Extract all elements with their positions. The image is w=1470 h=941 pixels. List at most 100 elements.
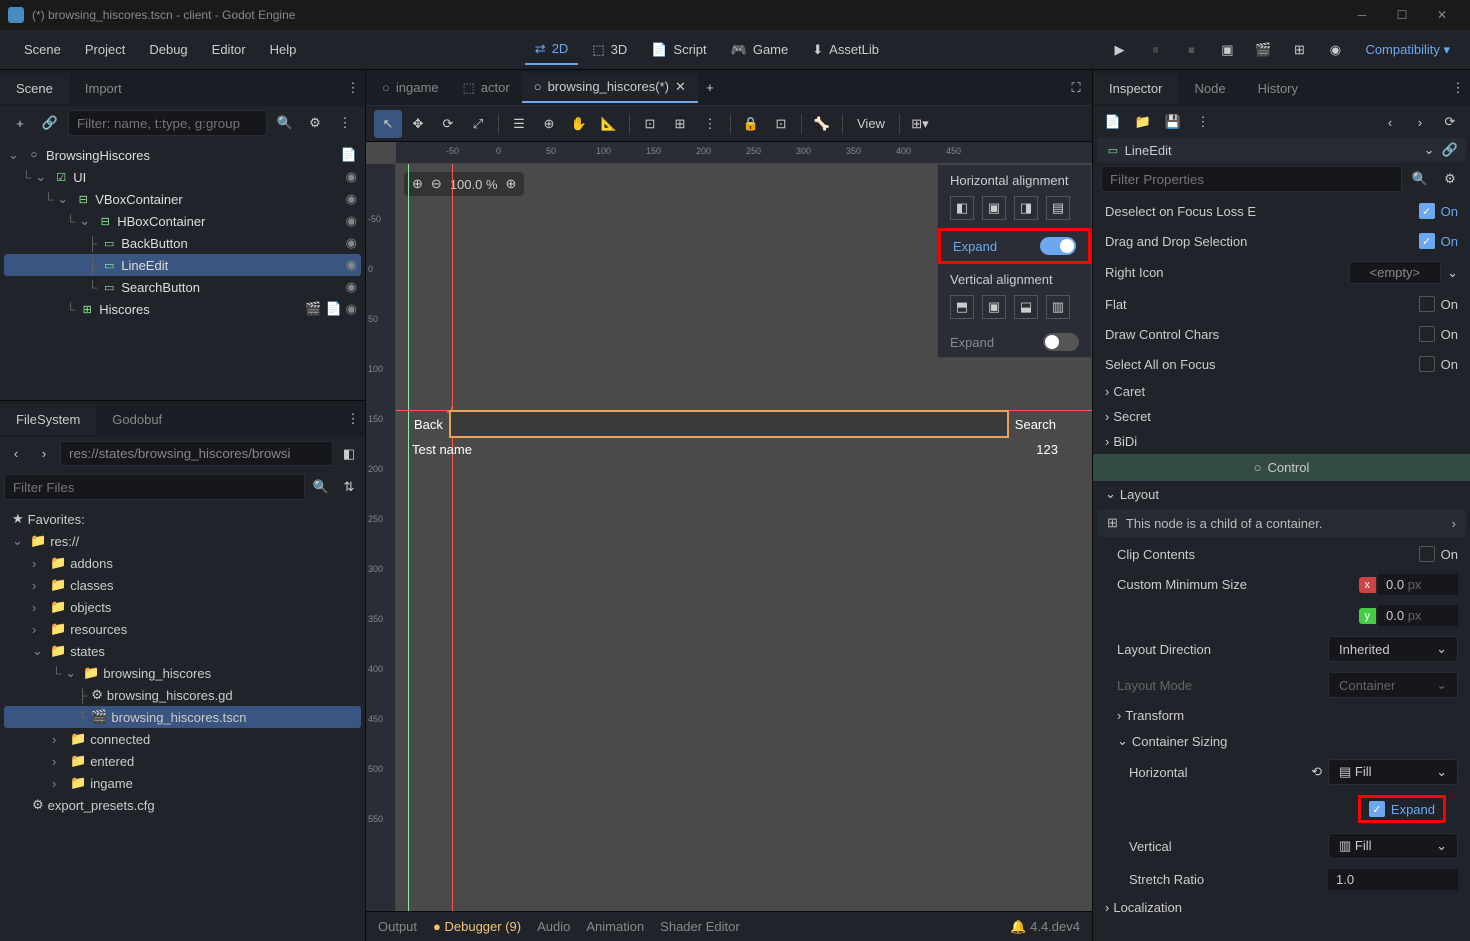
align-right-icon[interactable]: ◨ — [1014, 196, 1038, 220]
script-icon[interactable]: 📄 — [341, 147, 357, 163]
pause-button[interactable]: ⏸ — [1141, 36, 1169, 64]
scene-tab-actor[interactable]: ⬚ actor — [451, 74, 522, 102]
checkbox-unchecked-icon[interactable] — [1419, 296, 1435, 312]
play-custom-button[interactable]: ⊞ — [1285, 36, 1313, 64]
toggle-icon[interactable]: ⚙ — [1438, 167, 1462, 191]
folder-objects[interactable]: ›📁 objects — [4, 596, 361, 618]
visibility-icon[interactable]: ◉ — [346, 279, 357, 295]
zoom-out-button[interactable]: ⊖ — [431, 176, 442, 192]
scene-tab-ingame[interactable]: ○ ingame — [370, 74, 451, 101]
menu-editor[interactable]: Editor — [200, 36, 258, 63]
section-container-sizing[interactable]: ⌄ Container Sizing — [1093, 728, 1470, 754]
visibility-icon[interactable]: ◉ — [346, 213, 357, 229]
checkbox-checked-icon[interactable]: ✓ — [1419, 233, 1435, 249]
bottom-audio[interactable]: Audio — [537, 919, 570, 934]
section-bidi[interactable]: › BiDi — [1093, 429, 1470, 454]
scene-tab-browsing[interactable]: ○ browsing_hiscores(*) ✕ — [522, 73, 698, 103]
script-icon[interactable]: 📄 — [325, 301, 341, 317]
section-caret[interactable]: › Caret — [1093, 379, 1470, 404]
snap-menu[interactable]: ⋮ — [696, 110, 724, 138]
horizontal-dropdown[interactable]: ▤ Fill⌄ — [1328, 759, 1458, 785]
empty-dropdown[interactable]: <empty> — [1349, 261, 1442, 284]
tab-scene[interactable]: Scene — [0, 73, 69, 104]
bottom-animation[interactable]: Animation — [586, 919, 644, 934]
zoom-in-button[interactable]: ⊕ — [506, 176, 517, 192]
renderer-dropdown[interactable]: Compatibility ▾ — [1357, 38, 1458, 62]
tab-node[interactable]: Node — [1178, 73, 1241, 104]
node-browsing-hiscores[interactable]: ⌄○ BrowsingHiscores 📄 — [4, 144, 361, 166]
section-layout[interactable]: ⌄ Layout — [1093, 481, 1470, 507]
minimize-button[interactable]: ─ — [1342, 0, 1382, 30]
distraction-free-icon[interactable]: ⛶ — [1064, 76, 1088, 100]
folder-addons[interactable]: ›📁 addons — [4, 552, 361, 574]
search-icon[interactable]: 🔍 — [309, 475, 333, 499]
grid-tool[interactable]: ⊞ — [666, 110, 694, 138]
history-fwd-icon[interactable]: › — [1408, 110, 1432, 134]
stretch-input[interactable]: 1.0 — [1328, 869, 1458, 890]
2d-viewport[interactable]: -50050100150200250300350400450 -50050100… — [366, 142, 1092, 911]
align-bottom-icon[interactable]: ⬓ — [1014, 295, 1038, 319]
tab-history[interactable]: History — [1242, 73, 1314, 104]
section-secret[interactable]: › Secret — [1093, 404, 1470, 429]
node-hbox[interactable]: └⌄⊟ HBoxContainer ◉ — [4, 210, 361, 232]
node-vbox[interactable]: └⌄⊟ VBoxContainer ◉ — [4, 188, 361, 210]
tab-inspector[interactable]: Inspector — [1093, 73, 1178, 104]
workspace-script[interactable]: 📄 Script — [641, 35, 716, 65]
save-resource-icon[interactable]: 💾 — [1161, 110, 1185, 134]
pan-tool[interactable]: ✋ — [565, 110, 593, 138]
select-tool[interactable]: ↖ — [374, 110, 402, 138]
path-input[interactable] — [60, 441, 333, 466]
file-export-presets[interactable]: ⚙ export_presets.cfg — [4, 794, 361, 816]
sort-icon[interactable]: ⇅ — [337, 475, 361, 499]
node-ui[interactable]: └⌄☑ UI ◉ — [4, 166, 361, 188]
search-icon[interactable]: 🔍 — [1408, 167, 1432, 191]
toggle-on-icon[interactable] — [1040, 237, 1076, 255]
new-resource-icon[interactable]: 📄 — [1101, 110, 1125, 134]
menu-debug[interactable]: Debug — [137, 36, 199, 63]
nav-back-icon[interactable]: ‹ — [4, 442, 28, 466]
history-back-icon[interactable]: ‹ — [1378, 110, 1402, 134]
tab-filesystem[interactable]: FileSystem — [0, 404, 96, 435]
scene-filter-input[interactable] — [68, 110, 267, 136]
workspace-3d[interactable]: ⬚ 3D — [582, 35, 637, 65]
instance-button[interactable]: 🔗 — [38, 111, 62, 135]
close-button[interactable]: ✕ — [1422, 0, 1462, 30]
workspace-game[interactable]: 🎮 Game — [721, 35, 799, 65]
add-node-button[interactable]: + — [8, 111, 32, 135]
section-localization[interactable]: › Localization — [1093, 895, 1470, 920]
node-backbutton[interactable]: ├▭ BackButton ◉ — [4, 232, 361, 254]
scene-more-icon[interactable]: ⚙ — [303, 111, 327, 135]
folder-res[interactable]: ⌄📁 res:// — [4, 530, 361, 552]
align-top-icon[interactable]: ⬒ — [950, 295, 974, 319]
align-left-icon[interactable]: ◧ — [950, 196, 974, 220]
folder-connected[interactable]: ›📁 connected — [4, 728, 361, 750]
scale-tool[interactable]: ⤢ — [464, 110, 492, 138]
inspector-node-type[interactable]: ▭ LineEdit ⌄ 🔗 — [1097, 138, 1466, 162]
add-tab-button[interactable]: + — [698, 76, 722, 100]
checkbox-unchecked-icon[interactable] — [1419, 356, 1435, 372]
visibility-icon[interactable]: ◉ — [346, 191, 357, 207]
vec-x-input[interactable]: 0.0 px — [1378, 574, 1458, 595]
folder-ingame[interactable]: ›📁 ingame — [4, 772, 361, 794]
revert-icon[interactable]: ⟲ — [1311, 764, 1322, 780]
tab-import[interactable]: Import — [69, 73, 138, 104]
bone-tool[interactable]: 🦴 — [808, 110, 836, 138]
maximize-button[interactable]: ☐ — [1382, 0, 1422, 30]
file-tscn[interactable]: └🎬 browsing_hiscores.tscn — [4, 706, 361, 728]
folder-states[interactable]: ⌄📁 states — [4, 640, 361, 662]
visibility-icon[interactable]: ◉ — [346, 235, 357, 251]
align-center-icon[interactable]: ▣ — [982, 196, 1006, 220]
node-link-icon[interactable]: 🔗 — [1442, 142, 1458, 158]
align-middle-icon[interactable]: ▣ — [982, 295, 1006, 319]
visibility-icon[interactable]: ◉ — [346, 301, 357, 317]
zoom-value[interactable]: 100.0 % — [450, 177, 498, 192]
file-gd[interactable]: ├⚙ browsing_hiscores.gd — [4, 684, 361, 706]
lock-tool[interactable]: 🔒 — [737, 110, 765, 138]
rotate-tool[interactable]: ⟳ — [434, 110, 462, 138]
section-control[interactable]: ○ Control — [1093, 454, 1470, 481]
checkbox-checked-icon[interactable]: ✓ — [1419, 203, 1435, 219]
section-transform[interactable]: › Transform — [1093, 703, 1470, 728]
h-expand-toggle[interactable]: Expand — [938, 228, 1091, 264]
align-vfill-icon[interactable]: ▥ — [1046, 295, 1070, 319]
bottom-output[interactable]: Output — [378, 919, 417, 934]
